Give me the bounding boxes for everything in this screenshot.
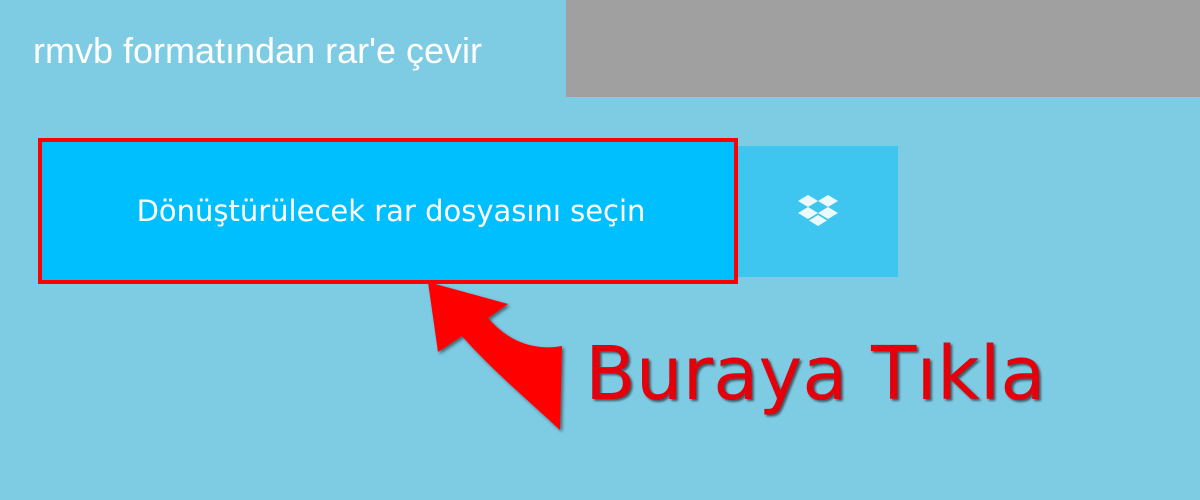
page-title: rmvb formatından rar'e çevir bbox=[33, 30, 483, 71]
choose-file-label: Dönüştürülecek rar dosyasını seçin bbox=[136, 194, 646, 228]
dropbox-icon bbox=[798, 194, 838, 229]
dropbox-button[interactable] bbox=[738, 146, 898, 277]
curved-arrow-icon bbox=[420, 282, 590, 446]
annotation-text: Buraya Tıkla bbox=[585, 331, 1046, 417]
choose-file-button[interactable]: Dönüştürülecek rar dosyasını seçin bbox=[42, 142, 734, 280]
header-placeholder-block bbox=[566, 0, 1200, 97]
